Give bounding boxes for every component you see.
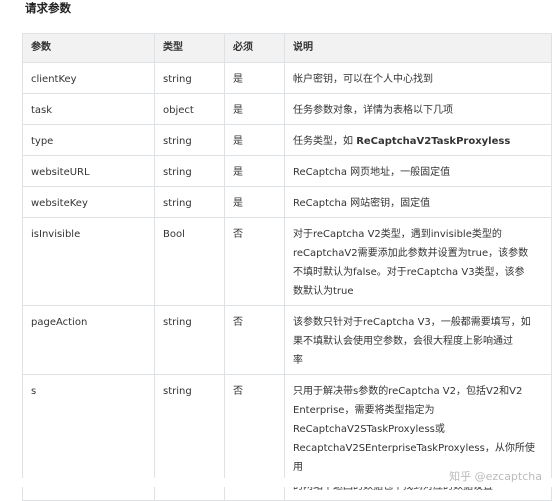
param-required: 是 <box>224 93 285 125</box>
header-type: 类型 <box>154 33 225 63</box>
description-line: reCaptchaV2需要添加此参数并设置为true，该参数 <box>293 248 529 259</box>
param-type: string <box>154 186 225 218</box>
table-row: isInvisible Bool 否 对于reCaptcha V2类型，遇到in… <box>22 217 552 306</box>
task-type-value: ReCaptchaV2TaskProxyless <box>356 136 511 147</box>
table-row: websiteURL string 是 ReCaptcha 网页地址，一般固定值 <box>22 155 552 187</box>
param-type: string <box>154 124 225 156</box>
description-line: 该参数只针对于reCaptcha V3，一般都需要填写，如 <box>293 317 531 328</box>
table-row: websiteKey string 是 ReCaptcha 网站密钥，固定值 <box>22 186 552 218</box>
table-row: task object 是 任务参数对象，详情为表格以下几项 <box>22 93 552 125</box>
description-line: 只用于解决带s参数的reCaptcha V2，包括V2和V2 <box>293 386 523 397</box>
param-name: isInvisible <box>22 217 155 306</box>
param-name: type <box>22 124 155 156</box>
description-line: 数默认为true <box>293 286 354 297</box>
param-required: 是 <box>224 186 285 218</box>
header-required: 必须 <box>224 33 285 63</box>
param-description: ReCaptcha 网页地址，一般固定值 <box>284 155 552 187</box>
param-required: 否 <box>224 217 285 306</box>
description-text: 任务类型，如 <box>293 136 357 147</box>
param-name: task <box>22 93 155 125</box>
description-line: Enterprise，需要将类型指定为 <box>293 405 435 416</box>
header-param: 参数 <box>22 33 155 63</box>
param-type: string <box>154 155 225 187</box>
param-description: 任务参数对象，详情为表格以下几项 <box>284 93 552 125</box>
param-type: string <box>154 305 225 375</box>
param-required: 是 <box>224 62 285 94</box>
param-description: 该参数只针对于reCaptcha V3，一般都需要填写，如 果不填默认会使用空参… <box>284 305 552 375</box>
param-name: clientKey <box>22 62 155 94</box>
param-type: object <box>154 93 225 125</box>
param-description: 帐户密钥，可以在个人中心找到 <box>284 62 552 94</box>
param-name: websiteURL <box>22 155 155 187</box>
description-line: 不填时默认为false。对于reCaptcha V3类型，该参 <box>293 267 525 278</box>
table-row: clientKey string 是 帐户密钥，可以在个人中心找到 <box>22 62 552 94</box>
param-name: pageAction <box>22 305 155 375</box>
param-required: 是 <box>224 124 285 156</box>
param-name: websiteKey <box>22 186 155 218</box>
params-table: 参数 类型 必须 说明 clientKey string 是 帐户密钥，可以在个… <box>22 33 552 501</box>
table-row: type string 是 任务类型，如 ReCaptchaV2TaskProx… <box>22 124 552 156</box>
param-description: ReCaptcha 网站密钥，固定值 <box>284 186 552 218</box>
description-line: 对于reCaptcha V2类型，遇到invisible类型的 <box>293 229 502 240</box>
param-required: 是 <box>224 155 285 187</box>
table-row: pageAction string 否 该参数只针对于reCaptcha V3，… <box>22 305 552 375</box>
param-description: 任务类型，如 ReCaptchaV2TaskProxyless <box>284 124 552 156</box>
section-title: 请求参数 <box>25 1 71 15</box>
param-type: Bool <box>154 217 225 306</box>
param-description: 对于reCaptcha V2类型，遇到invisible类型的 reCaptch… <box>284 217 552 306</box>
param-required: 否 <box>224 305 285 375</box>
header-description: 说明 <box>284 33 552 63</box>
description-line: ReCaptchaV2STaskProxyless或 <box>293 424 445 435</box>
table-header-row: 参数 类型 必须 说明 <box>22 33 552 63</box>
description-line: 果不填默认会使用空参数，会很大程度上影响通过 <box>293 336 513 347</box>
description-line: 率 <box>293 355 303 366</box>
param-type: string <box>154 62 225 94</box>
watermark: 知乎 @ezcaptcha <box>449 470 542 483</box>
